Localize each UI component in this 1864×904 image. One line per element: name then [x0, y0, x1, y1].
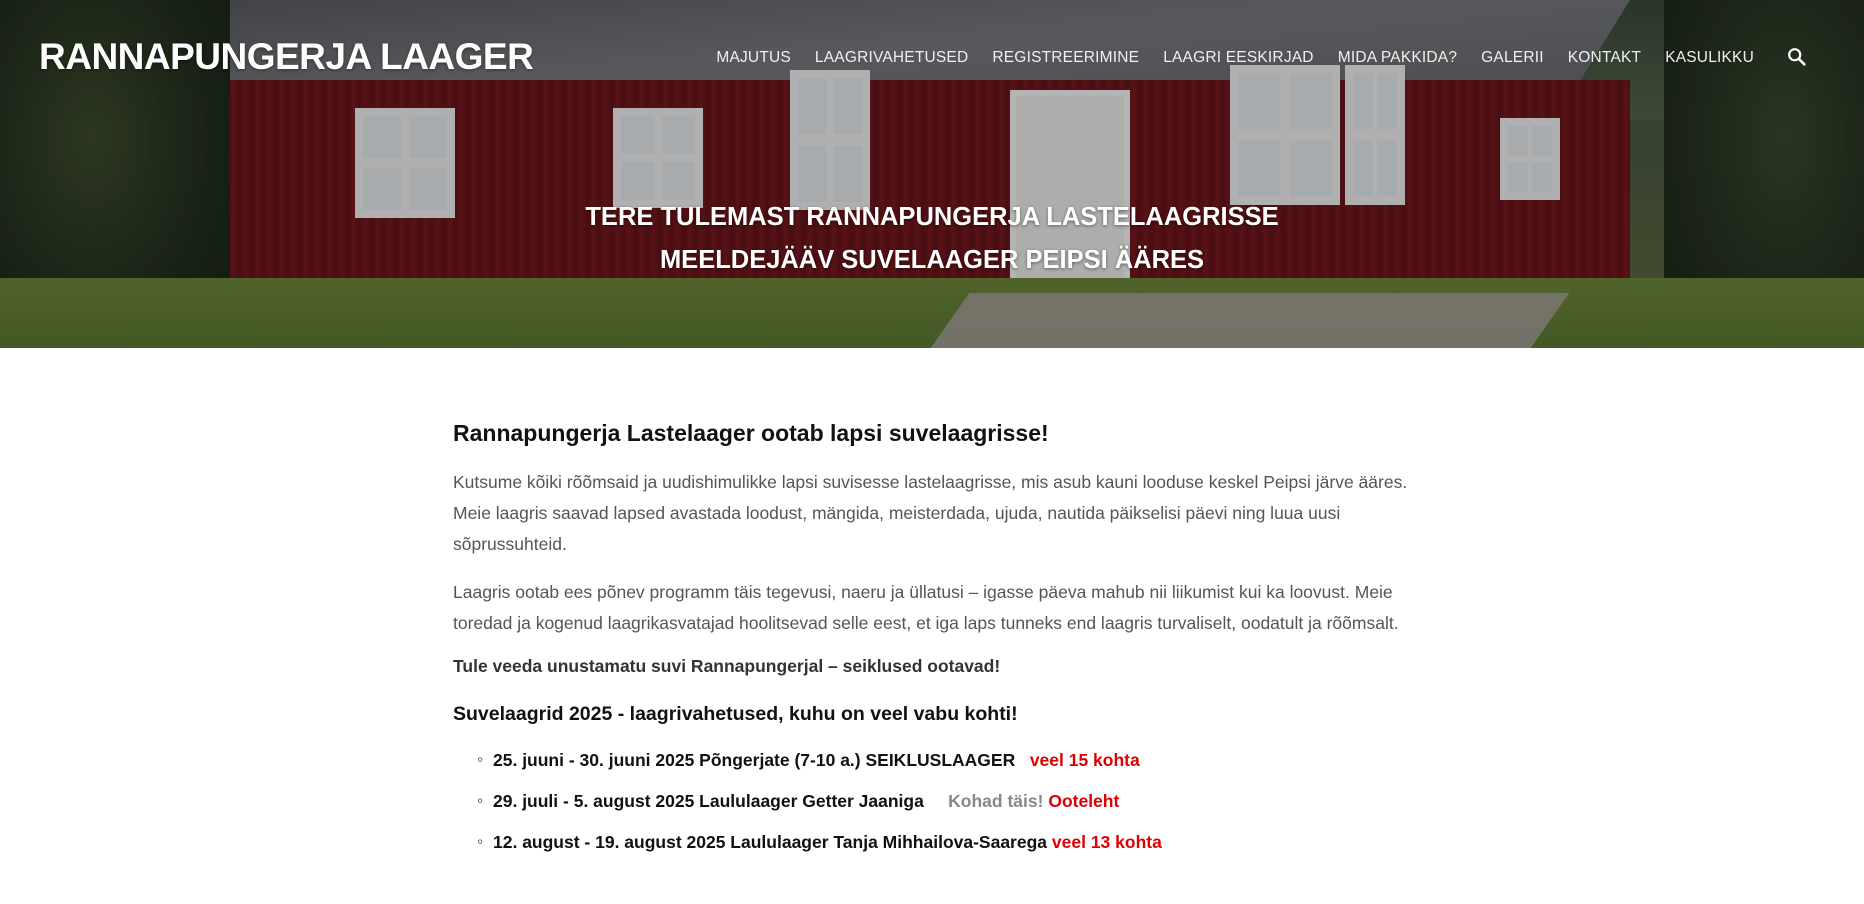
nav-item-galerii[interactable]: GALERII	[1481, 49, 1544, 67]
intro-paragraph: Kutsume kõiki rõõmsaid ja uudishimulikke…	[453, 472, 1408, 554]
camp-dates: 12. august - 19. august 2025 Laululaager…	[493, 832, 1048, 852]
camp-availability: veel 15 kohta	[1029, 750, 1140, 770]
search-icon[interactable]	[1786, 46, 1808, 68]
list-item: 25. juuni - 30. juuni 2025 Põngerjate (7…	[477, 749, 1413, 771]
nav-item-laagri-eeskirjad[interactable]: LAAGRI EESKIRJAD	[1163, 49, 1314, 67]
nav-item-kasulikku[interactable]: KASULIKKU	[1665, 49, 1754, 67]
camp-list: 25. juuni - 30. juuni 2025 Põngerjate (7…	[453, 749, 1413, 853]
hero-banner: RANNAPUNGERJA LAAGER MAJUTUS LAAGRIVAHET…	[0, 0, 1864, 348]
camp-dates: 25. juuni - 30. juuni 2025 Põngerjate (7…	[493, 750, 1016, 770]
nav-item-kontakt[interactable]: KONTAKT	[1568, 49, 1641, 67]
nav-item-majutus[interactable]: MAJUTUS	[716, 49, 791, 67]
nav-item-laagrivahetused[interactable]: LAAGRIVAHETUSED	[815, 49, 968, 67]
list-item: 12. august - 19. august 2025 Laululaager…	[477, 831, 1413, 853]
main-content: Rannapungerja Lastelaager ootab lapsi su…	[453, 420, 1413, 873]
list-item: 29. juuli - 5. august 2025 Laululaager G…	[477, 790, 1413, 812]
waitlist-link[interactable]: Ooteleht	[1048, 791, 1119, 811]
program-paragraph: Laagris ootab ees põnev programm täis te…	[453, 582, 1399, 633]
nav-item-mida-pakkida[interactable]: MIDA PAKKIDA?	[1338, 49, 1457, 67]
nav-item-registreerimine[interactable]: REGISTREERIMINE	[992, 49, 1139, 67]
hero-heading: TERE TULEMAST RANNAPUNGERJA LASTELAAGRIS…	[0, 196, 1864, 282]
page-heading: Rannapungerja Lastelaager ootab lapsi su…	[453, 420, 1049, 446]
hero-line-2: MEELDEJÄÄV SUVELAAGER PEIPSI ÄÄRES	[659, 246, 1205, 274]
main-nav: MAJUTUS LAAGRIVAHETUSED REGISTREERIMINE …	[716, 49, 1754, 67]
site-title[interactable]: RANNAPUNGERJA LAAGER	[39, 36, 534, 78]
hero-line-1: TERE TULEMAST RANNAPUNGERJA LASTELAAGRIS…	[585, 203, 1279, 231]
tagline: Tule veeda unustamatu suvi Rannapungerja…	[453, 656, 1001, 676]
camp-full-label: Kohad täis!	[948, 791, 1044, 811]
camps-heading: Suvelaagrid 2025 - laagrivahetused, kuhu…	[453, 703, 1018, 725]
camp-availability: veel 13 kohta	[1051, 832, 1162, 852]
camp-dates: 29. juuli - 5. august 2025 Laululaager G…	[493, 791, 924, 811]
